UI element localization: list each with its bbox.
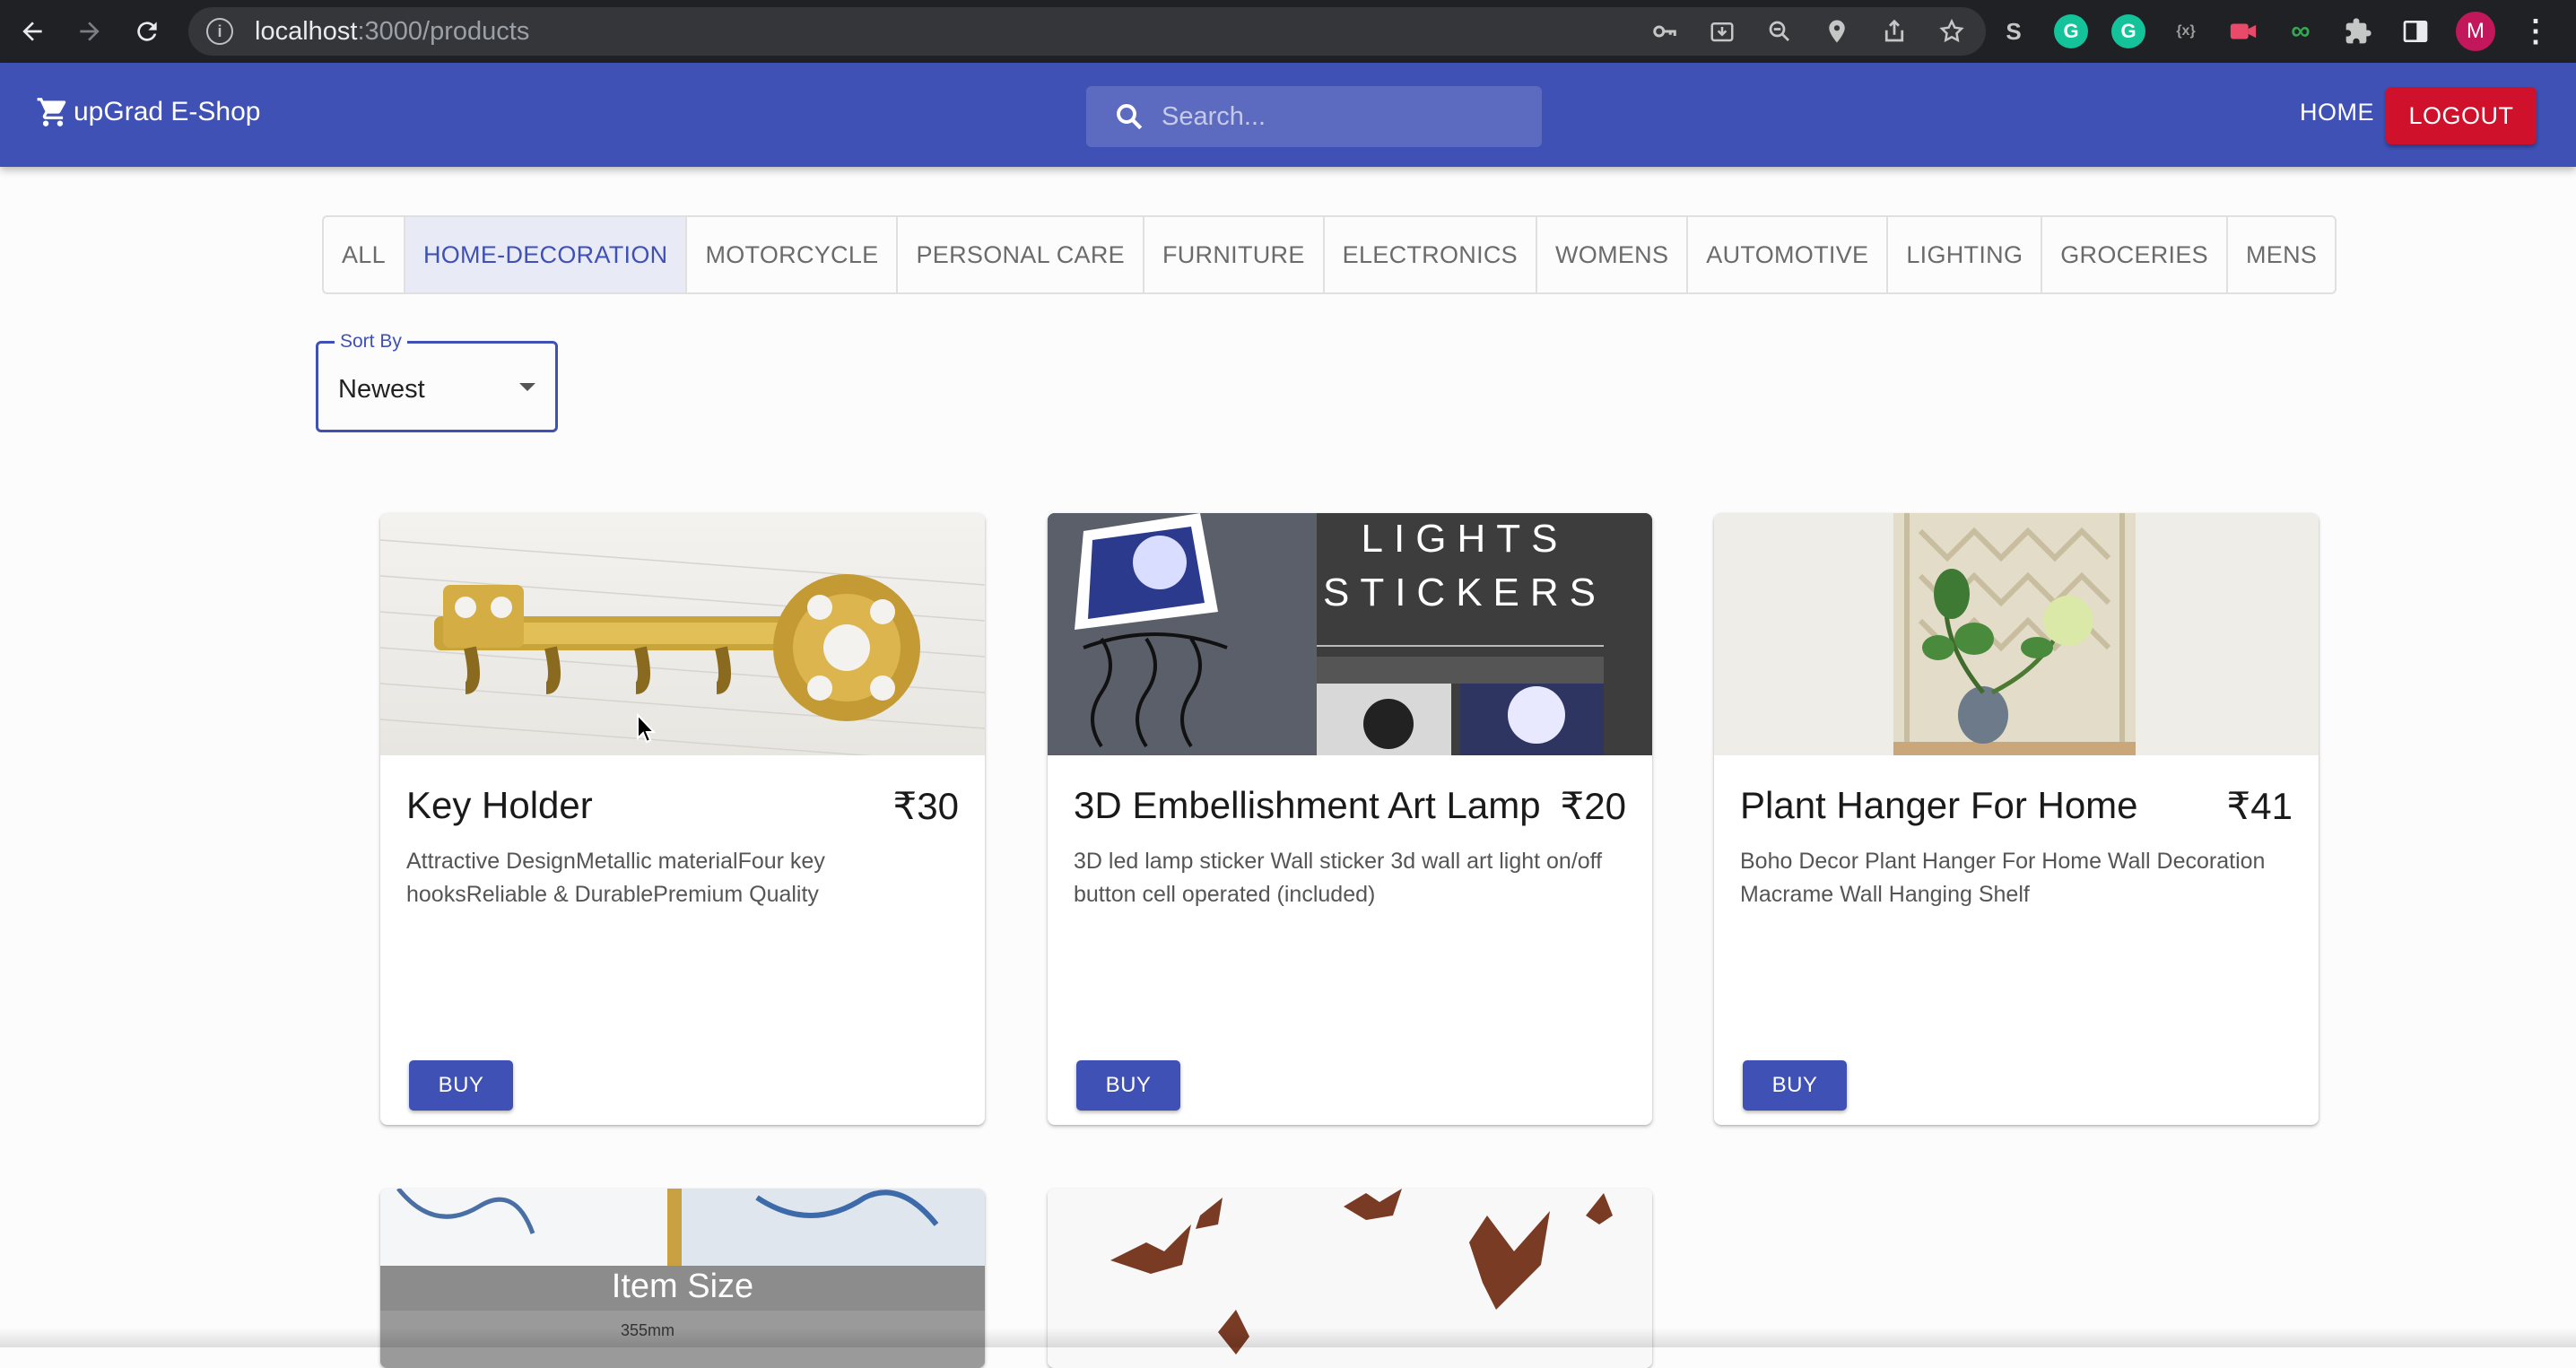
category-womens[interactable]: WOMENS [1536,217,1686,292]
mouse-cursor-icon [637,713,657,744]
category-automotive[interactable]: AUTOMOTIVE [1686,217,1886,292]
shopping-cart-icon [37,98,66,126]
product-image [1714,513,2319,755]
category-furniture[interactable]: FURNITURE [1142,217,1323,292]
zoom-icon[interactable] [1763,15,1796,48]
product-price: ₹20 [1560,785,1626,827]
category-motorcycle[interactable]: MOTORCYCLE [685,217,896,292]
json-formatter-icon[interactable]: {x} [2169,14,2203,48]
category-personal-care[interactable]: PERSONAL CARE [896,217,1142,292]
site-info-icon[interactable]: i [206,18,233,45]
product-description: Attractive DesignMetallic materialFour k… [406,849,825,907]
product-price: ₹41 [2226,785,2293,827]
infinity-extension-icon[interactable]: ∞ [2284,14,2318,48]
home-link[interactable]: HOME [2300,99,2374,126]
profile-avatar[interactable]: M [2456,12,2495,51]
browser-menu-icon[interactable]: ⋮ [2519,14,2553,48]
location-icon[interactable] [1821,15,1853,48]
extensions-puzzle-icon[interactable] [2341,14,2375,48]
key-icon[interactable] [1649,15,1681,48]
product-name: Plant Hanger For Home [1740,784,2138,826]
buy-button[interactable]: BUY [1076,1060,1180,1111]
search-input[interactable] [1162,101,1520,132]
address-bar[interactable]: i localhost:3000/products [188,7,1986,56]
grammarly-icon[interactable]: G [2054,14,2088,48]
brand-logo[interactable]: upGrad E-Shop [36,95,260,129]
install-icon[interactable] [1706,15,1738,48]
bookmark-star-icon[interactable] [1936,15,1968,48]
search-box[interactable] [1086,86,1542,147]
grammarly-alt-icon[interactable]: G [2111,14,2145,48]
sort-value: Newest [338,375,425,404]
forward-icon[interactable] [61,0,118,63]
image-caption-stickers: STICKERS [1322,571,1607,614]
browser-toolbar: i localhost:3000/products S G G {x} ∞ M … [0,0,2576,63]
product-card: Plant Hanger For Home ₹41 Boho Decor Pla… [1714,513,2319,1125]
url-text: localhost:3000/products [255,16,530,46]
product-card: LIGHTS STICKERS 3D Embellishment Art Lam… [1048,513,1652,1125]
share-icon[interactable] [1878,15,1910,48]
product-price: ₹30 [892,785,959,827]
image-caption-item-size: Item Size [611,1268,754,1305]
buy-button[interactable]: BUY [1743,1060,1847,1111]
back-icon[interactable] [4,0,61,63]
product-description: 3D led lamp sticker Wall sticker 3d wall… [1074,849,1603,907]
product-image: LIGHTS STICKERS [1048,513,1652,755]
category-mens[interactable]: MENS [2225,217,2335,292]
extension-sheets-icon[interactable]: S [1997,14,2031,48]
category-lighting[interactable]: LIGHTING [1886,217,2041,292]
category-groceries[interactable]: GROCERIES [2041,217,2226,292]
product-image [380,513,985,755]
brand-name: upGrad E-Shop [74,97,261,126]
product-name: Key Holder [406,784,593,826]
image-caption-lights: LIGHTS [1361,517,1569,561]
viewport-bottom-edge [0,1328,2576,1347]
search-icon [1117,104,1143,130]
logout-button[interactable]: LOGOUT [2386,87,2537,144]
dropdown-arrow-icon [519,383,535,391]
product-card: Key Holder ₹30 Attractive DesignMetallic… [380,513,985,1125]
side-panel-icon[interactable] [2398,14,2432,48]
sort-select[interactable]: Sort By Newest [316,331,558,432]
category-tabs: ALL HOME-DECORATION MOTORCYCLE PERSONAL CAR… [322,215,2337,294]
category-home-decoration[interactable]: HOME-DECORATION [403,217,686,292]
sort-label: Sort By [335,331,407,353]
product-name: 3D Embellishment Art Lamp [1074,784,1541,826]
category-electronics[interactable]: ELECTRONICS [1322,217,1536,292]
product-description: Boho Decor Plant Hanger For Home Wall De… [1740,849,2266,907]
screen-recorder-icon[interactable] [2226,14,2260,48]
category-all[interactable]: ALL [324,217,404,292]
buy-button[interactable]: BUY [409,1060,513,1111]
app-header: upGrad E-Shop HOME LOGOUT [0,63,2576,167]
reload-icon[interactable] [118,0,176,63]
